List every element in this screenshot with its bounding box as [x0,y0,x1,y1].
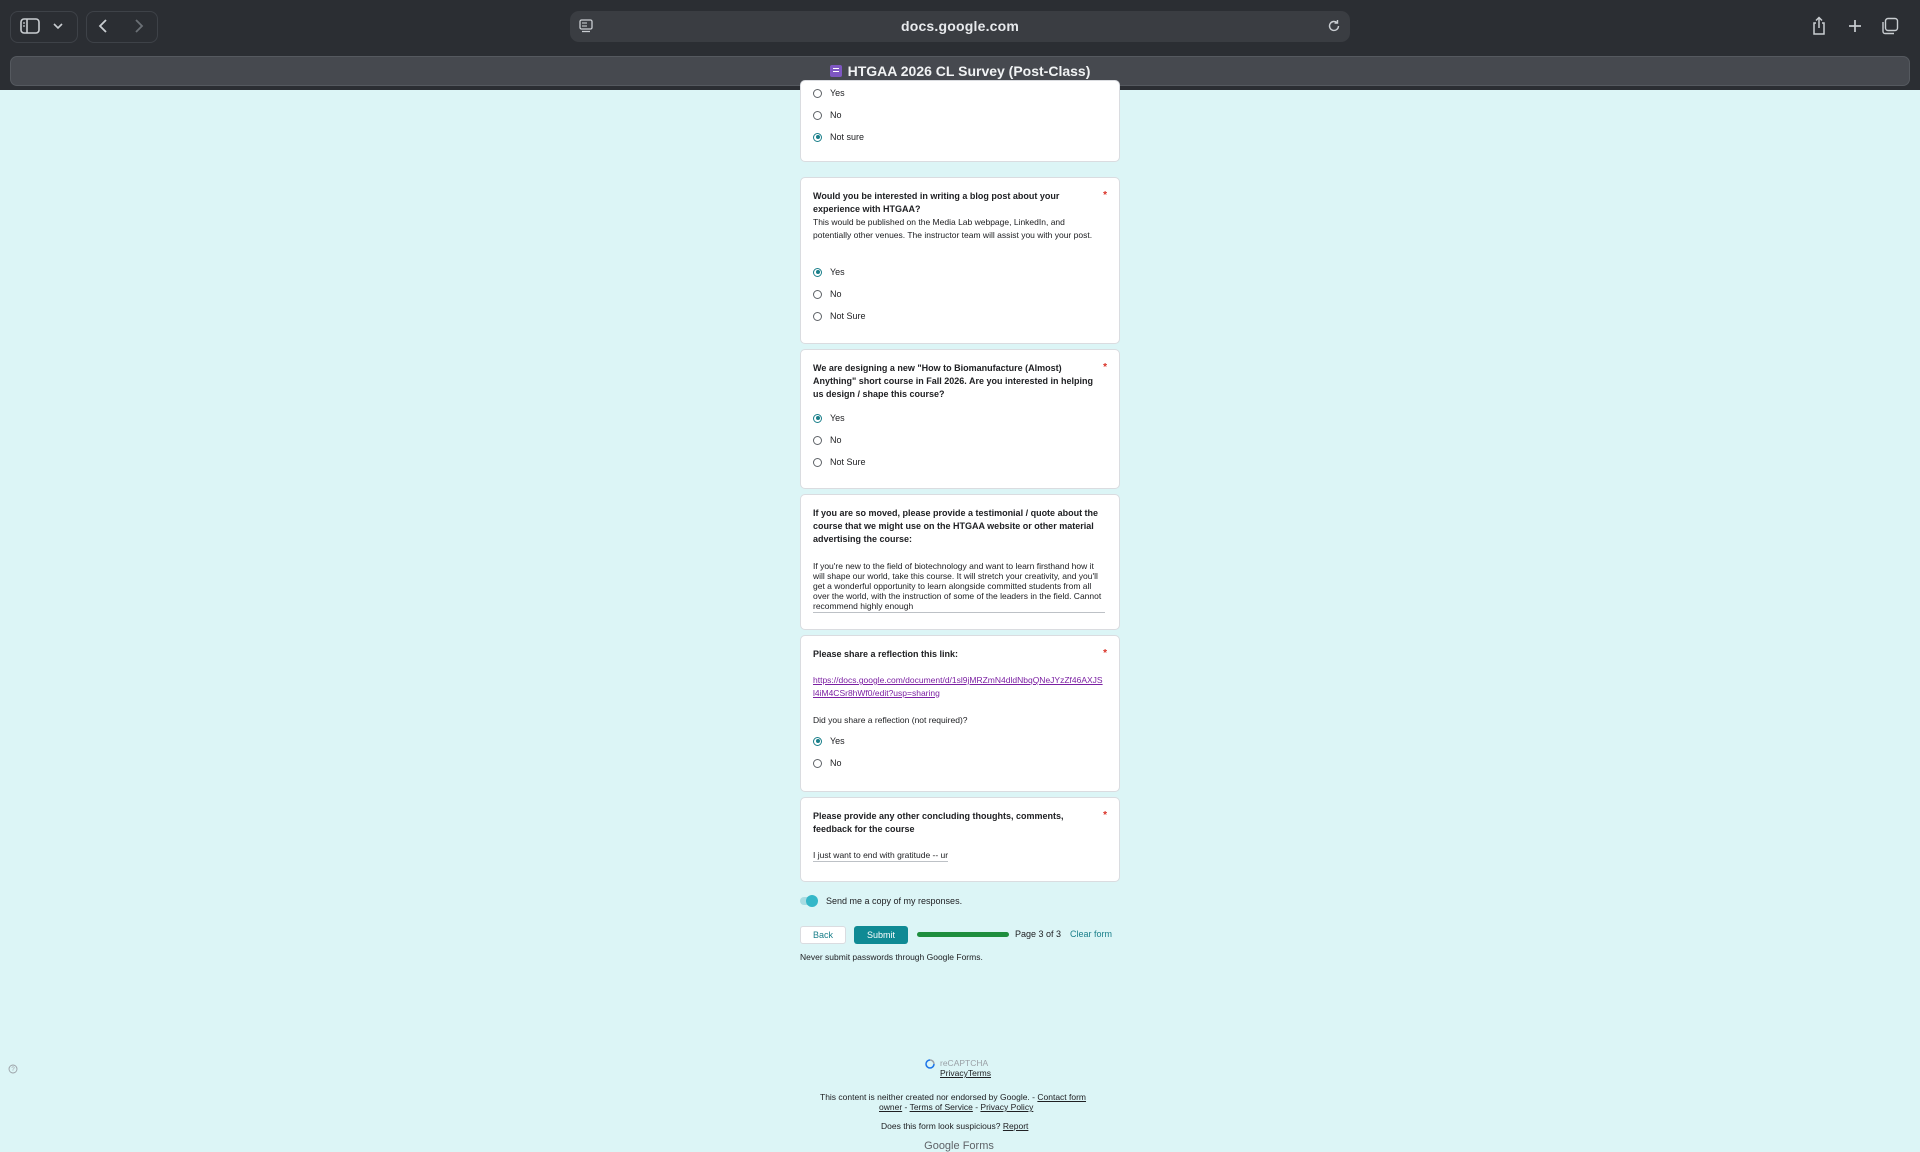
new-tab-icon[interactable] [1844,15,1866,37]
submit-button[interactable]: Submit [854,926,908,944]
option-no[interactable]: No [813,756,842,770]
option-no[interactable]: No [813,287,842,301]
reflection-link-wrap: https://docs.google.com/document/d/1sl9j… [813,674,1103,699]
disclaimer-line-2: owner - Terms of Service - Privacy Polic… [879,1102,1034,1112]
option-not-sure[interactable]: Not Sure [813,455,866,469]
sidebar-icon[interactable] [18,15,42,37]
back-arrow-icon[interactable] [92,15,114,37]
reflection-link[interactable]: https://docs.google.com/document/d/1sl9j… [813,675,1103,698]
tabs-overview-icon[interactable] [1879,15,1901,37]
testimonial-textarea[interactable]: If you're new to the field of biotechnol… [813,561,1105,613]
disclaimer-line: This content is neither created nor endo… [820,1092,1087,1102]
radio-button[interactable] [813,311,822,321]
url-text: docs.google.com [900,18,1020,34]
google-forms-logo: Google Forms [924,1140,994,1152]
concluding-textarea[interactable]: I just want to end with gratitude -- ur [813,850,949,862]
terms-link[interactable]: Terms [968,1068,991,1078]
back-button[interactable]: Back [800,926,846,944]
contact-owner-link[interactable]: Contact form [1037,1092,1086,1102]
option-no[interactable]: No [813,108,842,122]
browser-chrome: docs.google.com HTGAA 2026 CL Survey (Po… [0,0,1920,90]
recaptcha-badge: reCAPTCHA PrivacyTerms [925,1058,991,1078]
privacy-policy-link[interactable]: Privacy Policy [980,1102,1033,1112]
question-title: Would you be interested in writing a blo… [813,191,1060,214]
terms-of-service-link[interactable]: Terms of Service [910,1102,973,1112]
radio-button[interactable] [813,267,822,277]
privacy-link[interactable]: Privacy [940,1068,968,1078]
radio-button[interactable] [813,736,822,746]
option-no[interactable]: No [813,433,842,447]
send-copy-label: Send me a copy of my responses. [826,896,963,906]
radio-button[interactable] [813,110,822,120]
option-yes[interactable]: Yes [813,734,845,748]
send-copy-row: Send me a copy of my responses. [800,895,963,907]
clear-form-link[interactable]: Clear form [1070,929,1112,939]
reload-icon[interactable] [1326,18,1342,34]
subquestion-text: Did you share a reflection (not required… [813,715,968,725]
radio-button[interactable] [813,132,822,142]
form-navigation: Back Submit Page 3 of 3 Clear form [800,926,1130,944]
question-card-testimonial: If you are so moved, please provide a te… [800,494,1120,630]
option-yes[interactable]: Yes [813,86,845,100]
tab-title: HTGAA 2026 CL Survey (Post-Class) [11,63,1909,79]
required-asterisk: * [1103,362,1107,373]
question-title: We are designing a new "How to Biomanufa… [813,363,1093,399]
report-link[interactable]: Report [1003,1121,1029,1131]
recaptcha-label: reCAPTCHA [940,1058,989,1068]
radio-button[interactable] [813,289,822,299]
progress-fill [917,932,1009,937]
radio-button[interactable] [813,88,822,98]
radio-button[interactable] [813,457,822,467]
question-card-previous: Yes No Not sure [800,80,1120,162]
contact-owner-link-2[interactable]: owner [879,1102,902,1112]
password-warning: Never submit passwords through Google Fo… [800,952,983,962]
send-copy-toggle[interactable] [800,895,818,907]
question-title: Please share a reflection this link: [813,649,959,659]
forms-favicon-icon [829,65,842,77]
required-asterisk: * [1103,190,1107,201]
option-not-sure[interactable]: Not Sure [813,309,866,323]
question-title: If you are so moved, please provide a te… [813,508,1099,544]
question-description: This would be published on the Media Lab… [813,217,1093,240]
required-asterisk: * [1103,810,1107,821]
address-bar[interactable]: docs.google.com [570,11,1350,42]
option-yes[interactable]: Yes [813,265,845,279]
recaptcha-icon [925,1059,935,1069]
option-not-sure[interactable]: Not sure [813,130,864,144]
share-icon[interactable] [1808,14,1830,38]
option-yes[interactable]: Yes [813,411,845,425]
question-card-course-design: We are designing a new "How to Biomanufa… [800,349,1120,489]
question-card-reflection: Please share a reflection this link: * h… [800,635,1120,792]
help-icon[interactable]: ? [8,1061,18,1079]
question-card-blog-post: Would you be interested in writing a blo… [800,177,1120,344]
question-title: Please provide any other concluding thou… [813,811,1064,834]
question-card-concluding: Please provide any other concluding thou… [800,797,1120,882]
progress-bar [917,932,1009,937]
suspicious-line: Does this form look suspicious? Report [881,1121,1029,1131]
radio-button[interactable] [813,435,822,445]
concluding-input-wrap: I just want to end with gratitude -- ur [813,850,1105,862]
radio-button[interactable] [813,758,822,768]
forward-arrow-icon[interactable] [128,15,150,37]
radio-button[interactable] [813,413,822,423]
required-asterisk: * [1103,648,1107,659]
chevron-down-icon[interactable] [50,17,66,35]
page-indicator: Page 3 of 3 [1015,929,1062,939]
